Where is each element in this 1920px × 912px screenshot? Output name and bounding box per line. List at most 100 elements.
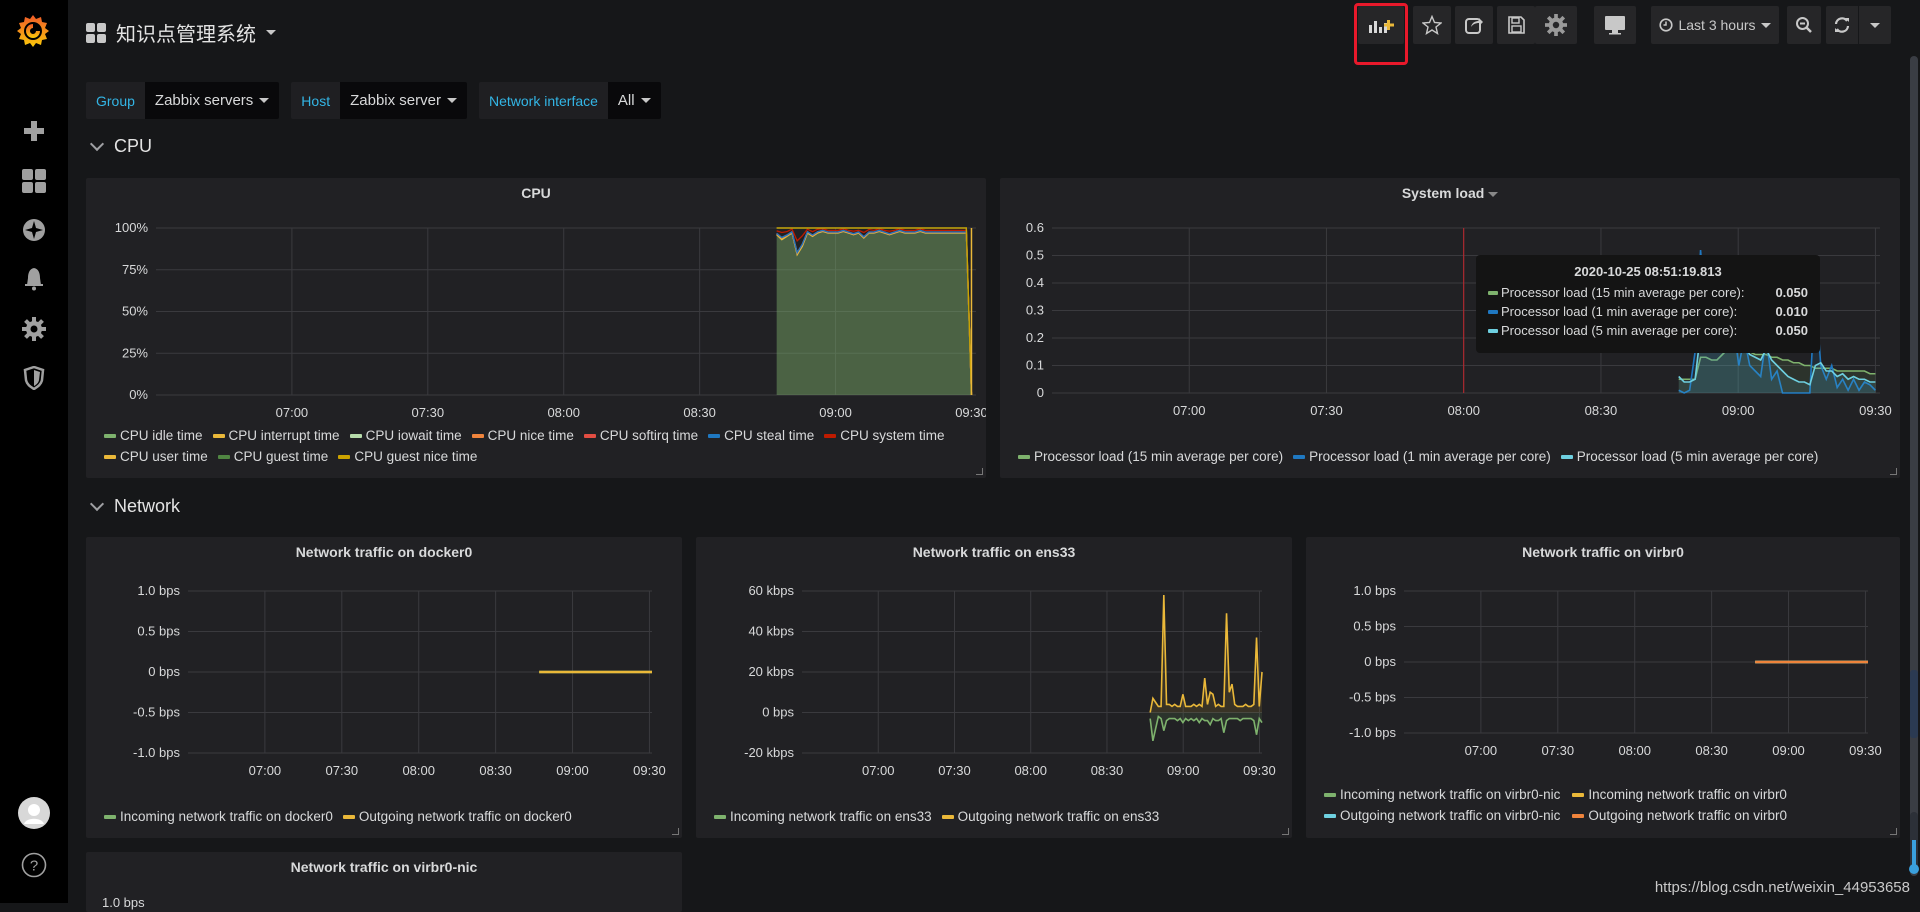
refresh-interval-dropdown[interactable]: [1859, 6, 1891, 44]
panel-resize-handle[interactable]: [976, 468, 983, 475]
help-icon[interactable]: ?: [20, 851, 48, 879]
legend-item[interactable]: Outgoing network traffic on docker0: [342, 809, 572, 824]
legend-item[interactable]: Processor load (15 min average per core): [1018, 449, 1283, 464]
x-tick-label: 08:00: [1014, 763, 1047, 778]
legend-swatch: [217, 454, 230, 459]
tooltip-row: Processor load (15 min average per core)…: [1476, 283, 1820, 302]
legend-swatch: [1324, 813, 1336, 818]
x-tick-label: 09:30: [633, 763, 666, 778]
variable-value: Zabbix server: [350, 92, 441, 109]
legend-item[interactable]: CPU steal time: [708, 428, 814, 443]
y-tick-label: 0.6: [1026, 220, 1044, 235]
x-tick-label: 08:00: [1618, 743, 1651, 758]
variable-group-select[interactable]: Zabbix servers: [144, 82, 280, 119]
alerting-bell-icon[interactable]: [20, 265, 48, 293]
plus-icon[interactable]: [20, 117, 48, 145]
legend-item[interactable]: Incoming network traffic on virbr0-nic: [1324, 787, 1560, 802]
legend-label: CPU user time: [120, 449, 208, 464]
refresh-button[interactable]: [1826, 6, 1858, 44]
legend-item[interactable]: CPU idle time: [104, 428, 203, 443]
row-title: CPU: [114, 136, 153, 156]
server-admin-shield-icon[interactable]: [20, 364, 48, 392]
legend-label: CPU idle time: [120, 428, 203, 443]
x-tick-label: 08:00: [1447, 403, 1480, 418]
legend-item[interactable]: Outgoing network traffic on virbr0: [1572, 808, 1787, 823]
legend-item[interactable]: Processor load (5 min average per core): [1560, 449, 1818, 464]
tooltip-series-label: Processor load (1 min average per core):: [1501, 304, 1738, 319]
x-tick-label: 07:00: [862, 763, 895, 778]
legend-label: Outgoing network traffic on virbr0-nic: [1340, 808, 1561, 823]
legend-item[interactable]: Outgoing network traffic on virbr0-nic: [1324, 808, 1560, 823]
row-header-network[interactable]: Network: [89, 496, 181, 517]
legend-item[interactable]: Incoming network traffic on ens33: [714, 809, 932, 824]
panel-title[interactable]: Network traffic on virbr0-nic: [86, 859, 682, 875]
caret-down-icon: [1760, 22, 1771, 28]
row-header-cpu[interactable]: CPU: [89, 136, 153, 157]
legend-item[interactable]: CPU guest nice time: [338, 449, 477, 464]
legend-item[interactable]: CPU iowait time: [349, 428, 462, 443]
series-swatch: [1488, 328, 1498, 333]
legend-label: Incoming network traffic on virbr0: [1588, 787, 1787, 802]
legend-label: Incoming network traffic on ens33: [730, 809, 932, 824]
legend-item[interactable]: Incoming network traffic on docker0: [104, 809, 333, 824]
zoom-out-button[interactable]: [1787, 6, 1821, 44]
legend-label: Incoming network traffic on virbr0-nic: [1340, 787, 1561, 802]
time-range-picker[interactable]: Last 3 hours: [1651, 6, 1779, 44]
add-panel-button[interactable]: [1358, 6, 1404, 44]
explore-compass-icon[interactable]: [20, 216, 48, 244]
legend-item[interactable]: CPU system time: [824, 428, 944, 443]
y-tick-label: 0 bps: [762, 705, 794, 720]
tooltip-series-value: 0.050: [1775, 285, 1808, 300]
dashboard-title: 知识点管理系统: [116, 24, 256, 46]
dashboards-icon[interactable]: [20, 167, 48, 195]
legend-swatch: [342, 814, 355, 819]
legend-swatch: [104, 454, 116, 459]
tooltip-row: Processor load (1 min average per core):…: [1476, 302, 1820, 321]
legend-item[interactable]: CPU interrupt time: [212, 428, 340, 443]
x-tick-label: 09:00: [1167, 763, 1200, 778]
tooltip-series-label: Processor load (15 min average per core)…: [1501, 285, 1745, 300]
panel-resize-handle[interactable]: [1890, 468, 1897, 475]
legend-item[interactable]: CPU guest time: [217, 449, 328, 464]
tooltip-series-label: Processor load (5 min average per core):: [1501, 323, 1738, 338]
save-dashboard-button[interactable]: [1497, 6, 1535, 44]
legend-item[interactable]: CPU softirq time: [583, 428, 698, 443]
x-tick-label: 09:30: [1859, 403, 1892, 418]
y-tick-label: 1.0 bps: [1353, 583, 1396, 598]
x-tick-label: 07:00: [1173, 403, 1206, 418]
panel-resize-handle[interactable]: [1282, 828, 1289, 835]
legend-item[interactable]: Outgoing network traffic on ens33: [941, 809, 1159, 824]
series-line-outgoing-network-traffic-on-ens33: [1149, 595, 1263, 713]
configuration-gear-icon[interactable]: [20, 315, 48, 343]
legend-item[interactable]: Processor load (1 min average per core): [1293, 449, 1551, 464]
legend-swatch: [1293, 454, 1306, 459]
user-avatar-icon[interactable]: [18, 797, 50, 829]
dashboard-title-picker[interactable]: 知识点管理系统: [86, 18, 276, 47]
share-icon: [1465, 18, 1483, 34]
share-dashboard-button[interactable]: [1455, 6, 1493, 44]
scrollbar-thumb[interactable]: [1910, 670, 1918, 738]
variable-network-interface-select[interactable]: All: [607, 82, 661, 119]
legend-swatch: [708, 433, 721, 438]
legend-label: CPU interrupt time: [228, 428, 340, 443]
legend-item[interactable]: Incoming network traffic on virbr0: [1572, 787, 1787, 802]
page-scrollbar[interactable]: [1910, 56, 1918, 876]
variable-value: Zabbix servers: [154, 92, 254, 109]
x-tick-label: 07:30: [326, 763, 359, 778]
legend-swatch: [471, 433, 484, 438]
template-variables: Group Zabbix servers Host Zabbix server …: [86, 82, 661, 119]
variable-host-select[interactable]: Zabbix server: [340, 82, 467, 119]
legend-label: Processor load (1 min average per core): [1309, 449, 1551, 464]
x-tick-label: 07:30: [938, 763, 971, 778]
legend-item[interactable]: CPU user time: [104, 449, 208, 464]
y-tick-label: 0.1: [1026, 358, 1044, 373]
grafana-logo-icon[interactable]: [14, 12, 52, 50]
panel-resize-handle[interactable]: [1890, 828, 1897, 835]
cycle-view-mode-button[interactable]: [1594, 6, 1636, 44]
legend-item[interactable]: CPU nice time: [471, 428, 574, 443]
legend-label: Processor load (15 min average per core): [1034, 449, 1284, 464]
row-title: Network: [114, 496, 181, 516]
dashboard-settings-button[interactable]: [1535, 6, 1577, 44]
star-dashboard-button[interactable]: [1413, 6, 1451, 44]
panel-resize-handle[interactable]: [672, 828, 679, 835]
